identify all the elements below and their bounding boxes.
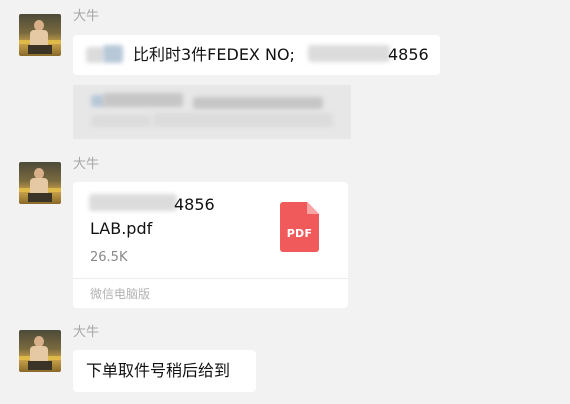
redacted-image-message[interactable]: [73, 85, 351, 139]
redacted-text: [308, 45, 390, 62]
message-text: 4856: [388, 45, 429, 64]
avatar[interactable]: [19, 162, 61, 204]
avatar[interactable]: [19, 14, 61, 56]
redacted-text: [103, 45, 123, 63]
file-name-line-1: 4856: [174, 195, 215, 214]
pdf-icon-label: PDF: [286, 227, 313, 240]
divider: [73, 278, 348, 279]
sender-name: 大牛: [73, 157, 100, 172]
avatar[interactable]: [19, 330, 61, 372]
text-message-bubble[interactable]: 下单取件号稍后给到: [73, 350, 256, 392]
file-name-line-2: LAB.pdf: [90, 219, 153, 238]
redacted-text: [89, 194, 177, 211]
sender-name: 大牛: [73, 325, 100, 340]
redacted-text: [86, 47, 104, 63]
pdf-file-icon: PDF: [280, 202, 319, 252]
text-message-bubble[interactable]: 比利时3件FEDEX NO; 4856: [73, 35, 440, 75]
file-source-label: 微信电脑版: [90, 287, 151, 301]
sender-name: 大牛: [73, 9, 100, 24]
file-size: 26.5K: [90, 250, 128, 265]
message-text: 下单取件号稍后给到: [86, 361, 231, 380]
message-text: 比利时3件FEDEX NO;: [133, 45, 295, 64]
file-message-card[interactable]: 4856 LAB.pdf 26.5K PDF 微信电脑版: [73, 182, 348, 308]
